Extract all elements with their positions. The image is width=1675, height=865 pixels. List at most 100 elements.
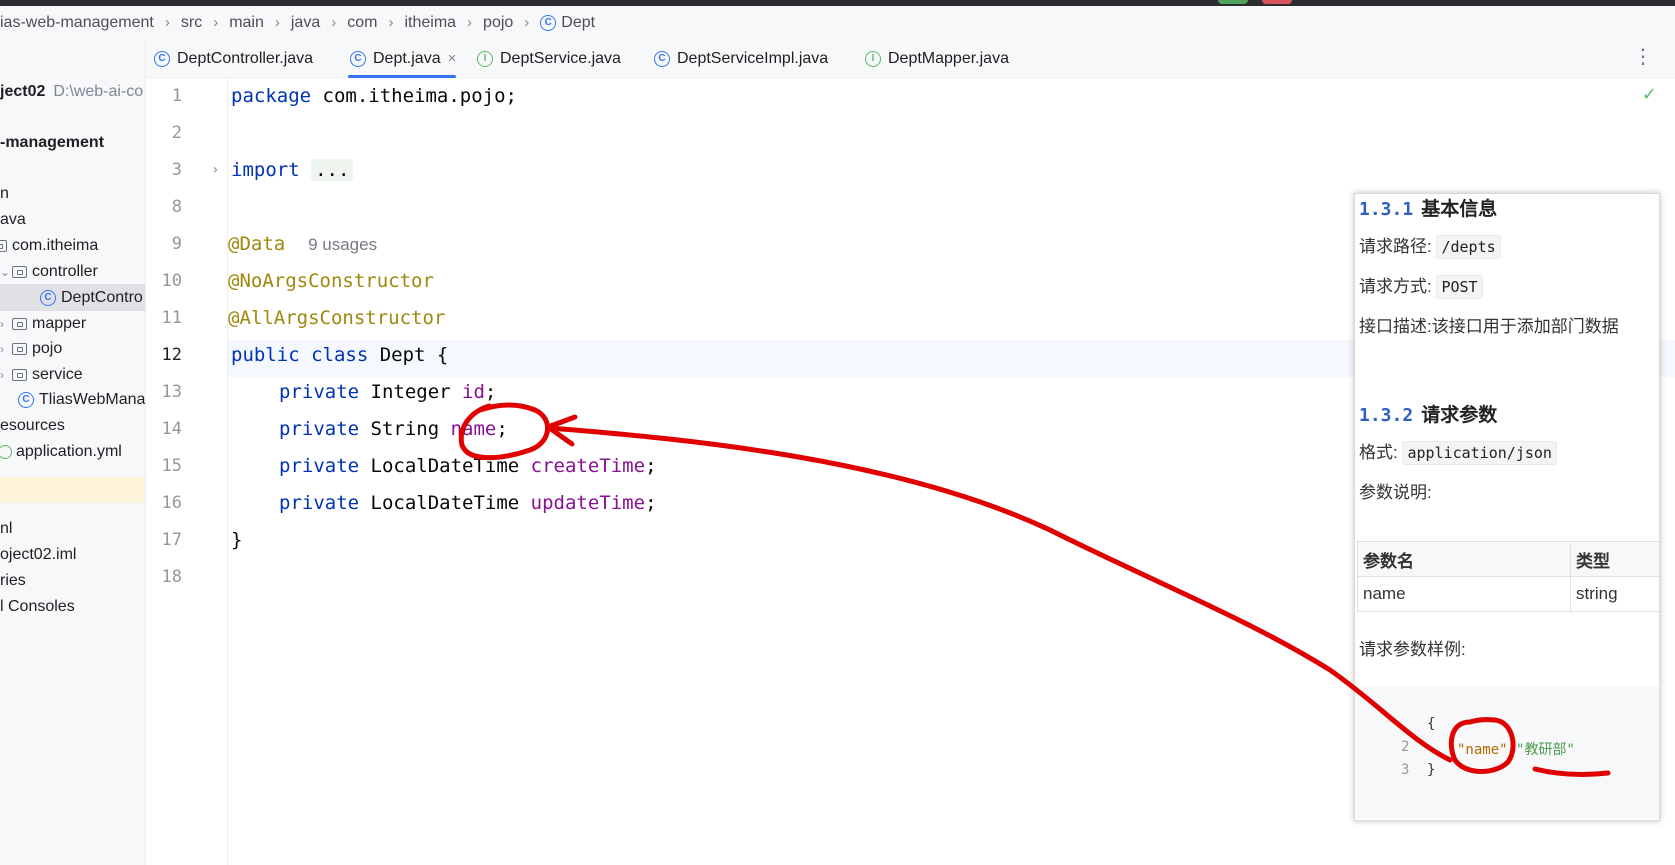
breadcrumb-item[interactable]: ias-web-management (0, 14, 154, 32)
tree-item-selected[interactable]: C DeptContro (0, 284, 145, 311)
code-line-13: private Integer id; (279, 381, 497, 403)
tree-item[interactable]: esources (0, 412, 65, 439)
tree-item-label: l Consoles (0, 597, 75, 615)
doc-path-row: 请求路径: /depts (1359, 232, 1501, 259)
project-path: D:\web-ai-co (53, 82, 144, 100)
tree-item[interactable]: ava (0, 206, 26, 233)
inspection-ok-check-icon[interactable]: ✓ (1642, 84, 1657, 105)
class-icon: C (540, 14, 557, 31)
usages-hint[interactable]: 9 usages (308, 235, 377, 254)
json-sample-block: { 2 "name" "教研部" 3 } (1357, 686, 1659, 818)
json-line: } (1427, 762, 1436, 778)
table-row: name string (1357, 576, 1659, 612)
doc-method-row: 请求方式: POST (1359, 272, 1483, 299)
tree-item-package[interactable]: › service (0, 361, 83, 388)
line-number: 17 (161, 530, 182, 550)
tree-item-package[interactable]: com.itheima (0, 232, 98, 259)
interface-icon: I (865, 50, 881, 67)
tree-item-class[interactable]: C TliasWebMana (18, 386, 145, 413)
breadcrumb-item[interactable]: itheima (404, 14, 456, 32)
tab-dept-service[interactable]: I DeptService.java (477, 39, 621, 78)
tree-item-package[interactable]: › pojo (0, 335, 62, 362)
code-line-1: package com.itheima.pojo; (231, 85, 517, 107)
breadcrumb-item[interactable]: pojo (483, 14, 513, 32)
tab-label: DeptController.java (177, 49, 314, 67)
package-icon (0, 239, 7, 252)
path-value: /depts (1436, 235, 1501, 259)
window-button-red[interactable] (1262, 0, 1292, 4)
line-number: 16 (161, 493, 182, 513)
chevron-right-icon: › (388, 14, 394, 31)
project-tree: ject02 D:\web-ai-co -management n ava co… (0, 39, 146, 865)
doc-desc-row: 接口描述:该接口用于添加部门数据 (1359, 317, 1619, 336)
line-number: 1 (171, 86, 182, 106)
format-value: application/json (1402, 441, 1557, 465)
more-vertical-icon[interactable]: ⋮ (1633, 47, 1653, 67)
tree-item-package[interactable]: › mapper (0, 310, 86, 337)
tree-item-label: pojo (32, 339, 63, 357)
tree-item[interactable]: n (0, 180, 9, 207)
tab-label: DeptMapper.java (888, 49, 1009, 67)
tree-item[interactable]: nl (0, 515, 12, 542)
code-line-3: import ... (231, 152, 354, 189)
tree-item-label: nl (0, 519, 13, 537)
chevron-right-icon[interactable]: › (0, 317, 12, 331)
chevron-down-icon[interactable]: ⌄ (0, 265, 12, 279)
breadcrumb-item-current[interactable]: C Dept (540, 14, 595, 32)
tree-item-label: application.yml (16, 442, 122, 460)
breadcrumb-item[interactable]: main (229, 14, 264, 32)
line-number: 2 (171, 123, 182, 143)
table-header-row: 参数名 类型 (1357, 541, 1659, 577)
chevron-right-icon: › (524, 14, 530, 31)
window-button-green[interactable] (1218, 0, 1248, 4)
json-line-number: 2 (1401, 739, 1410, 755)
interface-icon: I (477, 50, 493, 67)
table-header: 参数名 (1357, 541, 1571, 577)
fold-expand-icon[interactable]: › (211, 162, 219, 178)
tab-label: Dept.java (373, 49, 441, 67)
chevron-right-icon: › (331, 14, 337, 31)
tab-dept-controller[interactable]: C DeptController.java (154, 39, 313, 78)
tree-item[interactable]: oject02.iml (0, 541, 76, 568)
code-line-14: private String name; (279, 418, 508, 440)
chevron-right-icon[interactable]: › (0, 368, 12, 382)
line-number-gutter: 1 2 3 › 8 9 10 11 12 13 14 15 16 17 18 (146, 78, 228, 865)
line-number: 3 (171, 160, 182, 180)
tree-item[interactable]: l Consoles (0, 593, 75, 620)
tab-label: DeptServiceImpl.java (677, 49, 829, 67)
tree-module[interactable]: -management (0, 129, 104, 156)
breadcrumb-item[interactable]: java (291, 14, 320, 32)
doc-format-row: 格式: application/json (1359, 438, 1557, 465)
module-name: -management (0, 133, 105, 151)
tree-item-package[interactable]: ⌄ controller (0, 258, 98, 285)
package-icon (12, 342, 27, 355)
close-icon[interactable]: × (448, 50, 457, 67)
json-line-number: 3 (1401, 762, 1410, 778)
tab-dept[interactable]: C Dept.java × (348, 39, 457, 78)
chevron-right-icon[interactable]: › (0, 342, 12, 356)
code-line-9: @Data 9 usages (228, 233, 378, 255)
line-number: 9 (171, 234, 182, 254)
line-number: 8 (171, 197, 182, 217)
class-icon: C (350, 50, 366, 67)
tab-dept-mapper[interactable]: I DeptMapper.java (865, 39, 1009, 78)
project-root[interactable]: ject02 D:\web-ai-co (0, 78, 143, 105)
tree-item[interactable]: ries (0, 567, 26, 594)
tree-item-label: DeptContro (61, 288, 143, 306)
yaml-file-icon (0, 444, 12, 459)
code-line-10: @NoArgsConstructor (228, 270, 434, 292)
table-cell: string (1570, 576, 1659, 612)
line-number: 13 (161, 382, 182, 402)
tree-item-file[interactable]: application.yml (0, 438, 122, 465)
method-value: POST (1436, 275, 1483, 299)
tree-item-highlighted[interactable] (0, 477, 145, 503)
doc-params-label: 参数说明: (1359, 483, 1432, 502)
tab-dept-service-impl[interactable]: C DeptServiceImpl.java (654, 39, 828, 78)
breadcrumb-item[interactable]: com (347, 14, 377, 32)
breadcrumb-item[interactable]: src (181, 14, 202, 32)
folded-imports[interactable]: ... (311, 159, 354, 181)
breadcrumb: ias-web-management › src › main › java ›… (0, 6, 1675, 39)
line-number: 14 (161, 419, 182, 439)
api-doc-panel: 1.3.1 基本信息 请求路径: /depts 请求方式: POST 接口描述:该… (1354, 193, 1660, 821)
tree-item-label: service (32, 365, 83, 383)
